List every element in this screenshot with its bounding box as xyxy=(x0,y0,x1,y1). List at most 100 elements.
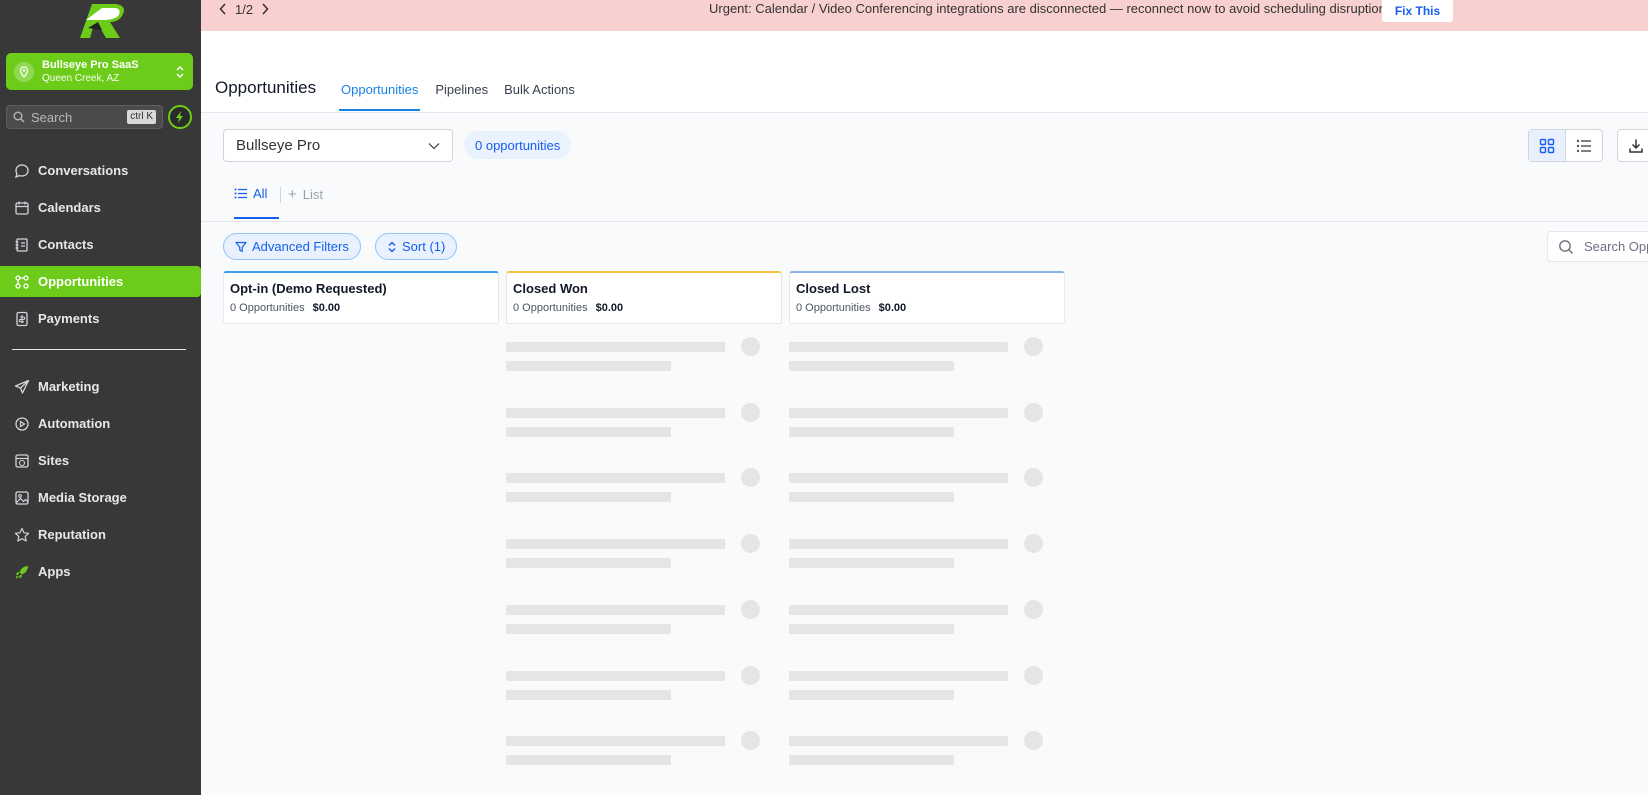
filter-icon xyxy=(235,241,247,252)
skeleton-line xyxy=(506,492,671,503)
paper-plane-icon xyxy=(14,379,30,394)
skeleton-avatar xyxy=(741,468,760,488)
sidebar-item-label: Calendars xyxy=(38,200,101,215)
brand-logo[interactable] xyxy=(72,0,128,40)
skeleton-line xyxy=(789,426,954,437)
tab-pipelines[interactable]: Pipelines xyxy=(434,81,489,111)
stage-value: $0.00 xyxy=(595,302,624,314)
download-button[interactable] xyxy=(1617,129,1648,162)
sidebar-item-label: Automation xyxy=(38,416,111,431)
pipeline-select[interactable]: Bullseye Pro xyxy=(223,129,453,162)
view-toggle xyxy=(1528,129,1603,162)
skeleton-line xyxy=(506,558,671,569)
chevron-down-icon xyxy=(428,142,440,149)
skeleton-line xyxy=(506,361,671,371)
sort-icon xyxy=(388,241,396,252)
skeleton-line xyxy=(506,604,725,615)
skeleton-line xyxy=(789,670,1008,681)
smart-list-all-label: All xyxy=(253,186,268,201)
contact-book-icon xyxy=(15,237,28,252)
download-icon xyxy=(1629,139,1643,153)
chevron-right-icon[interactable] xyxy=(261,3,269,15)
pipeline-select-value: Bullseye Pro xyxy=(236,137,321,154)
sidebar-item-reputation[interactable]: Reputation xyxy=(0,519,201,550)
skeleton-avatar xyxy=(741,337,760,356)
sidebar-item-label: Contacts xyxy=(38,237,94,252)
tab-opportunities[interactable]: Opportunities xyxy=(339,81,421,111)
smart-list-separator xyxy=(280,187,281,203)
skeleton-line xyxy=(789,492,954,503)
sort-button[interactable]: Sort (1) xyxy=(375,233,458,260)
skeleton-line xyxy=(789,736,1008,747)
primary-nav: Conversations Calendars Contacts Opportu… xyxy=(0,155,201,340)
sidebar-item-apps[interactable]: Apps xyxy=(0,556,201,587)
skeleton-avatar xyxy=(1024,665,1043,685)
sidebar-item-marketing[interactable]: Marketing xyxy=(0,371,201,402)
skeleton-avatar xyxy=(741,599,760,619)
sidebar-item-sites[interactable]: Sites xyxy=(0,445,201,476)
account-switcher[interactable]: Bullseye Pro SaaS Queen Creek, AZ xyxy=(6,53,193,90)
skeleton-line xyxy=(506,689,671,700)
skeleton-line xyxy=(506,539,725,550)
add-smart-list-label: List xyxy=(302,187,323,202)
opportunity-search-input[interactable]: Search Opportunities xyxy=(1547,231,1648,262)
stage-name: Opt-in (Demo Requested) xyxy=(230,281,387,296)
search-placeholder: Search xyxy=(31,109,73,125)
board-view-button[interactable] xyxy=(1529,130,1566,161)
smart-list-all[interactable]: All xyxy=(234,186,279,219)
sidebar-item-calendars[interactable]: Calendars xyxy=(0,192,201,223)
stage-column-header[interactable]: Opt-in (Demo Requested) 0 Opportunities $… xyxy=(223,271,499,324)
sidebar-item-automation[interactable]: Automation xyxy=(0,408,201,439)
skeleton-line xyxy=(789,689,954,700)
list-view-button[interactable] xyxy=(1566,130,1602,161)
stage-name: Closed Won xyxy=(513,281,588,296)
skeleton-line xyxy=(789,604,1008,615)
skeleton-avatar xyxy=(1024,468,1043,488)
add-smart-list-button[interactable]: + List xyxy=(288,186,323,203)
sidebar-item-label: Conversations xyxy=(38,163,129,178)
skeleton-avatar xyxy=(1024,731,1043,751)
sidebar-item-label: Opportunities xyxy=(38,274,124,289)
smart-list-tabs: All + List xyxy=(201,175,1648,222)
sidebar-item-label: Marketing xyxy=(38,379,100,394)
skeleton-line xyxy=(506,755,671,766)
grid-icon xyxy=(1539,138,1555,153)
sidebar-item-contacts[interactable]: Contacts xyxy=(0,229,201,260)
sidebar-item-opportunities[interactable]: Opportunities xyxy=(0,266,201,297)
stage-count: 0 Opportunities xyxy=(796,302,871,314)
sidebar-item-media-storage[interactable]: Media Storage xyxy=(0,482,201,513)
account-location: Queen Creek, AZ xyxy=(42,72,120,84)
stage-count: 0 Opportunities xyxy=(230,302,305,314)
banner-page-indicator: 1/2 xyxy=(235,1,254,17)
skeleton-avatar xyxy=(741,534,760,554)
stage-count: 0 Opportunities xyxy=(513,302,588,314)
quick-action-button[interactable] xyxy=(168,105,192,129)
stage-column-header[interactable]: Closed Lost 0 Opportunities $0.00 xyxy=(789,271,1065,324)
tab-bulk-actions[interactable]: Bulk Actions xyxy=(503,81,576,111)
list-icon xyxy=(1576,139,1591,152)
sidebar-search[interactable]: Search ctrl K xyxy=(6,105,163,129)
skeleton-line xyxy=(506,407,725,418)
advanced-filters-label: Advanced Filters xyxy=(252,239,349,254)
advanced-filters-button[interactable]: Advanced Filters xyxy=(223,233,361,260)
banner-message: Urgent: Calendar / Video Conferencing in… xyxy=(709,1,1393,16)
search-icon xyxy=(1559,239,1573,254)
image-icon xyxy=(15,490,29,505)
skeleton-line xyxy=(789,361,954,371)
lightning-bolt-icon xyxy=(176,111,183,123)
globe-window-icon xyxy=(15,453,29,468)
sidebar-item-payments[interactable]: Payments xyxy=(0,303,201,334)
chevron-up-down-icon xyxy=(176,65,184,78)
chevron-left-icon[interactable] xyxy=(219,3,227,15)
opportunity-count-badge: 0 opportunities xyxy=(464,131,572,159)
funnel-grid-icon xyxy=(15,274,29,289)
sidebar-item-conversations[interactable]: Conversations xyxy=(0,155,201,186)
stage-value: $0.00 xyxy=(312,302,341,314)
stage-column-header[interactable]: Closed Won 0 Opportunities $0.00 xyxy=(506,271,782,324)
sidebar-divider xyxy=(12,349,186,350)
opportunity-search-placeholder: Search Opportunities xyxy=(1584,239,1648,254)
fix-this-button[interactable]: Fix This xyxy=(1382,0,1453,22)
skeleton-avatar xyxy=(1024,599,1043,619)
skeleton-line xyxy=(789,623,954,634)
stage-name: Closed Lost xyxy=(796,281,871,296)
